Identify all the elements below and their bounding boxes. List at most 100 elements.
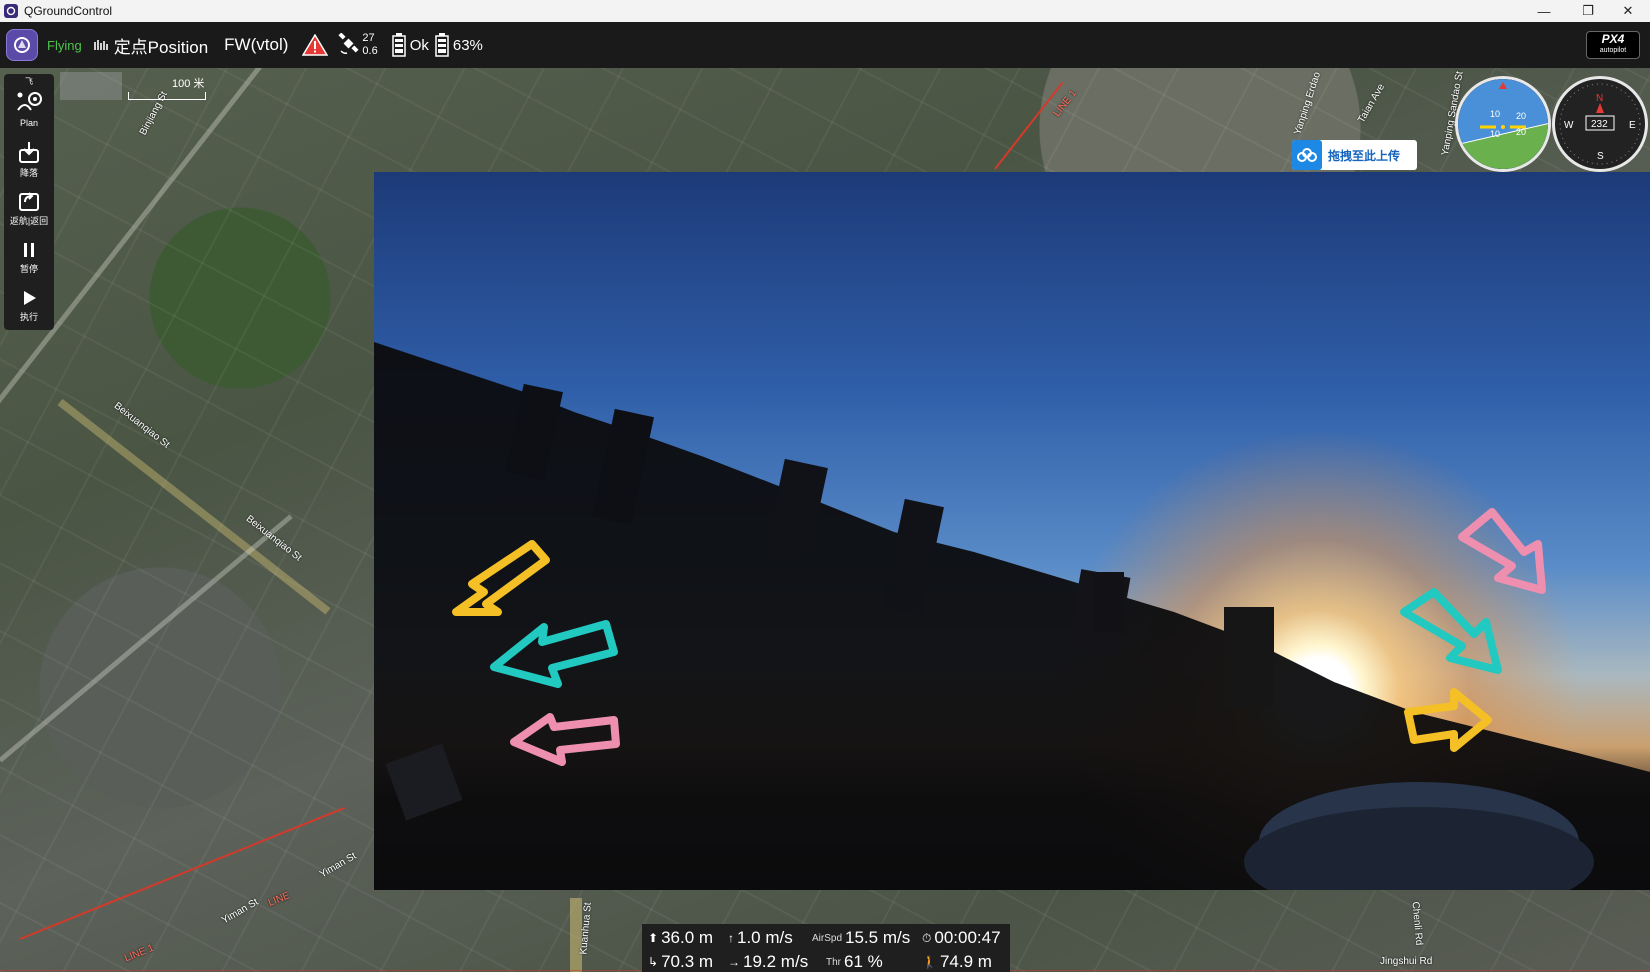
pause-button[interactable]: 暂停 [4,240,54,275]
gps-satellite-count: 27 [362,32,375,44]
flight-time-readout: ⏱ 00:00:47 [922,928,1001,948]
upload-label: 拖拽至此上传 [1328,148,1401,163]
gps-indicator[interactable]: 27 0.6 [338,32,378,58]
airspeed-readout: AirSpd 15.5 m/s [812,928,910,948]
land-button[interactable]: 降落 [4,140,54,179]
flight-time-value: 00:00:47 [934,928,1001,947]
rc-indicator[interactable]: Ok [391,33,429,57]
qgc-app-icon [4,4,18,18]
compass-n: N [1596,93,1603,104]
throttle-value: 61 % [844,952,883,971]
ground-speed-value: 19.2 m/s [743,952,809,971]
px4-brand-sub: autopilot [1599,47,1627,54]
metro-line [994,81,1064,170]
vehicle-type-label[interactable]: FW(vtol) [224,35,288,55]
execute-button[interactable]: 执行 [4,288,54,323]
pause-label: 暂停 [19,264,38,274]
home-distance-icon: 🚶 [922,955,937,969]
street-label: Beixuanqiao St [111,400,172,451]
timer-icon: ⏱ [922,930,932,945]
warning-icon [302,34,329,56]
return-label: 返航|返回 [9,216,49,226]
left-toolbar-top-label: 飞 [25,77,33,86]
metro-line [19,806,345,940]
flight-mode-selector[interactable]: 定点Position [93,33,209,58]
cloud-icon [1292,140,1322,170]
map-zoom-controls[interactable] [60,72,122,100]
land-icon [19,142,39,163]
gps-hdop: 0.6 [362,45,378,57]
rc-battery-icon [391,33,406,57]
ground-speed-readout: → 19.2 m/s [728,952,808,972]
street-label: Taian Ave [1356,82,1388,125]
flight-mode-label: 定点Position [113,37,209,57]
compass-s: S [1597,151,1604,162]
video-scene [374,342,1650,890]
home-distance-readout: 🚶 74.9 m [922,952,992,972]
flight-mode-icon [93,40,108,50]
plan-button[interactable]: Plan [4,90,54,128]
left-toolbar: 飞 Plan 降落 返航|返回 暂停 执行 [4,74,54,330]
attitude-horizon: 20 10 10 20 [1458,79,1548,169]
plan-label: Plan [19,118,38,128]
distance-readout: ↳ 70.3 m [648,952,713,972]
street-label: Chenli Rd [1409,901,1425,946]
map-scale: 100 米 [128,75,206,100]
compass-rose: N E S W 232 [1559,83,1641,165]
land-label: 降落 [19,168,38,178]
rc-status: Ok [409,36,429,54]
telemetry-panel[interactable]: ⬆ 36.0 m ↑ 1.0 m/s AirSpd 15.5 m/s ⏱ 00:… [642,924,1010,972]
return-button[interactable]: 返航|返回 [4,188,54,227]
pitch-tick-label: 10 [1490,129,1500,139]
warning-indicator[interactable] [302,34,329,56]
close-button[interactable]: ✕ [1606,0,1650,22]
ground-speed-icon: → [728,955,740,969]
plan-icon [17,92,42,111]
video-feed[interactable] [374,172,1650,890]
window-titlebar: QGroundControl — ❐ ✕ [0,0,1650,22]
heading-readout: 232 [1591,119,1608,130]
airspeed-label: AirSpd [812,932,843,944]
battery-icon [435,33,449,57]
street-label: Jingshui Rd [1380,956,1433,967]
airspeed-value: 15.5 m/s [845,928,911,947]
return-icon [19,192,39,211]
climb-rate-readout: ↑ 1.0 m/s [728,928,793,948]
window-title: QGroundControl [24,4,113,18]
main-toolbar: Flying 定点Position FW(vtol) 27 0.6 Ok 63%… [0,22,1650,68]
px4-brand-text: PX4 [1601,32,1625,46]
compass-indicator[interactable]: N E S W 232 [1552,76,1648,172]
battery-percent: 63% [452,36,483,54]
restore-button[interactable]: ❐ [1566,0,1610,22]
pitch-tick-label: 20 [1516,111,1526,121]
climb-rate-value: 1.0 m/s [737,928,793,947]
home-distance-value: 74.9 m [939,952,992,971]
qgc-menu-button[interactable] [6,29,38,61]
minimize-button[interactable]: — [1522,0,1566,22]
altitude-readout: ⬆ 36.0 m [648,928,713,948]
throttle-readout: Thr 61 % [826,952,883,972]
pause-icon [24,243,34,257]
satellite-icon [338,33,359,54]
attitude-indicator[interactable]: 20 10 10 20 [1455,76,1551,172]
street-label: Yiman St [219,896,261,927]
line-label: LINE 1 [123,942,156,965]
vehicle-status[interactable]: Flying [47,38,82,53]
compass-w: W [1564,120,1574,131]
distance-value: 70.3 m [661,952,714,971]
map-road [0,514,293,763]
execute-label: 执行 [19,312,38,322]
play-icon [24,291,36,305]
throttle-label: Thr [826,956,841,968]
px4-brand-logo: PX4 autopilot [1586,31,1640,59]
line-label: LINE [266,890,292,909]
map-road [57,398,331,615]
battery-indicator[interactable]: 63% [435,33,483,57]
compass-e: E [1629,120,1636,131]
upload-drop-button[interactable]: 拖拽至此上传 [1292,140,1417,170]
climb-rate-icon: ↑ [728,931,734,945]
street-label: Yanping Erdao [1292,70,1324,137]
distance-icon: ↳ [648,955,659,969]
altitude-icon: ⬆ [648,931,659,945]
street-label: Yiman St [317,850,359,881]
